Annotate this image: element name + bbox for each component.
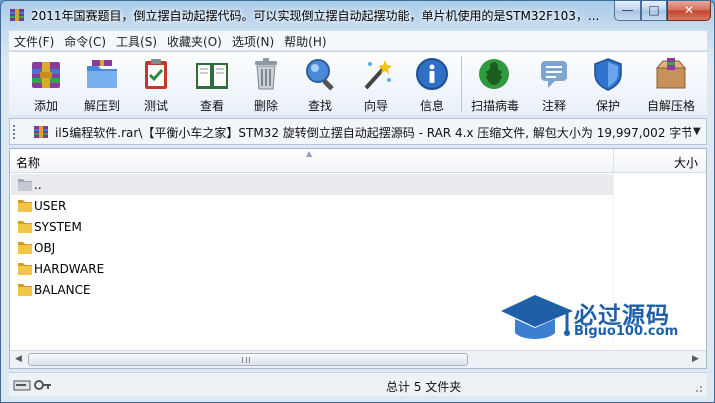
list-item-user[interactable]: USER <box>11 195 613 216</box>
comment-button[interactable]: 注释 <box>531 54 577 114</box>
file-name: HARDWARE <box>34 262 105 276</box>
status-bar: 总计 5 文件夹 <box>9 372 707 396</box>
list-item-obj[interactable]: OBJ <box>11 237 613 258</box>
watermark-logo: 必过源码 Biguo100.com <box>497 289 702 351</box>
folder-icon <box>18 263 32 275</box>
toolbar: 添加 解压到 测试 查看 删除 查找 向导 信息 扫描病毒 注释 保护 自解压格 <box>9 51 707 115</box>
drive-and-key-icon[interactable] <box>13 378 53 392</box>
extract-folder-icon <box>87 60 117 88</box>
horizontal-scrollbar[interactable]: ◀ ▶ <box>10 350 706 368</box>
menu-options[interactable]: 选项(N) <box>227 31 279 52</box>
toolbar-separator <box>461 56 462 112</box>
file-name: USER <box>34 199 67 213</box>
watermark-subtitle: Biguo100.com <box>574 324 679 339</box>
sfx-box-icon <box>655 58 687 89</box>
column-header: 名称 ▲ 大小 <box>10 149 706 173</box>
graduation-cap-icon <box>501 295 573 339</box>
wizard-button[interactable]: 向导 <box>353 54 399 114</box>
search-icon <box>306 59 334 91</box>
info-button[interactable]: 信息 <box>409 54 455 114</box>
folder-icon <box>18 200 32 212</box>
shield-icon <box>594 58 622 91</box>
sort-ascending-icon: ▲ <box>306 149 313 158</box>
title-bar[interactable]: 2011年国赛题目，倒立摆自动起摆代码。可以实现倒立摆自动起摆功能，单片机使用的… <box>1 1 714 29</box>
status-summary: 总计 5 文件夹 <box>386 380 462 394</box>
address-bar-grip <box>13 125 23 139</box>
info-icon <box>416 58 448 90</box>
menu-commands[interactable]: 命令(C) <box>59 31 111 52</box>
menu-bar: 文件(F) 命令(C) 工具(S) 收藏夹(O) 选项(N) 帮助(H) <box>9 30 707 50</box>
maximize-button[interactable]: □ <box>641 1 667 21</box>
view-button[interactable]: 查看 <box>189 54 235 114</box>
info-label: 信息 <box>419 99 444 113</box>
chevron-down-icon[interactable]: ▼ <box>693 126 701 137</box>
view-book-icon <box>196 63 228 89</box>
scrollbar-grip-icon <box>242 357 250 363</box>
delete-label: 删除 <box>253 99 278 113</box>
comment-label: 注释 <box>541 99 566 113</box>
winrar-window: 2011年国赛题目，倒立摆自动起摆代码。可以实现倒立摆自动起摆功能，单片机使用的… <box>0 0 715 403</box>
scroll-right-icon[interactable]: ▶ <box>692 354 699 364</box>
find-label: 查找 <box>307 99 332 113</box>
menu-tools[interactable]: 工具(S) <box>111 31 162 52</box>
add-button[interactable]: 添加 <box>23 54 69 114</box>
file-name: .. <box>34 178 42 192</box>
list-item-parent[interactable]: .. <box>11 174 613 195</box>
protect-label: 保护 <box>595 99 620 113</box>
add-archive-icon <box>32 62 60 88</box>
window-title: 2011年国赛题目，倒立摆自动起摆代码。可以实现倒立摆自动起摆功能，单片机使用的… <box>31 9 600 23</box>
winrar-app-icon[interactable] <box>9 7 25 23</box>
magic-wand-icon <box>364 60 392 90</box>
menu-favorites[interactable]: 收藏夹(O) <box>162 31 227 52</box>
resize-grip-icon[interactable] <box>693 383 703 393</box>
parent-folder-icon <box>18 179 32 191</box>
column-size-label: 大小 <box>673 156 698 170</box>
file-name: SYSTEM <box>34 220 82 234</box>
virus-scan-label: 扫描病毒 <box>471 99 520 113</box>
archive-icon <box>34 126 48 138</box>
file-name: OBJ <box>34 241 56 255</box>
folder-icon <box>18 242 32 254</box>
extract-to-button[interactable]: 解压到 <box>79 54 125 114</box>
file-name: BALANCE <box>34 283 91 297</box>
view-label: 查看 <box>199 99 224 113</box>
bug-icon <box>479 59 509 89</box>
scrollbar-thumb[interactable] <box>28 353 468 366</box>
list-item-hardware[interactable]: HARDWARE <box>11 258 613 279</box>
extract-to-label: 解压到 <box>83 99 120 113</box>
trash-icon <box>255 58 277 90</box>
list-item-system[interactable]: SYSTEM <box>11 216 613 237</box>
test-clipboard-icon <box>145 59 167 89</box>
wizard-label: 向导 <box>363 99 388 113</box>
comment-icon <box>541 61 567 88</box>
sfx-button[interactable]: 自解压格 <box>643 54 699 114</box>
menu-file[interactable]: 文件(F) <box>9 31 59 52</box>
scroll-left-icon[interactable]: ◀ <box>15 354 22 364</box>
address-bar[interactable]: il5编程软件.rar\【平衡小车之家】STM32 旋转倒立摆自动起摆源码 - … <box>9 118 707 145</box>
column-size-header[interactable]: 大小 <box>613 149 706 172</box>
protect-button[interactable]: 保护 <box>585 54 631 114</box>
add-label: 添加 <box>33 99 58 113</box>
archive-path: il5编程软件.rar\【平衡小车之家】STM32 旋转倒立摆自动起摆源码 - … <box>55 126 691 140</box>
menu-help[interactable]: 帮助(H) <box>279 31 331 52</box>
delete-button[interactable]: 删除 <box>243 54 289 114</box>
test-label: 测试 <box>143 99 168 113</box>
column-name-header[interactable]: 名称 <box>16 154 40 171</box>
virus-scan-button[interactable]: 扫描病毒 <box>471 54 520 114</box>
folder-icon <box>18 221 32 233</box>
close-button[interactable]: ✕ <box>667 1 711 21</box>
folder-icon <box>18 284 32 296</box>
minimize-button[interactable]: — <box>614 1 641 21</box>
find-button[interactable]: 查找 <box>297 54 343 114</box>
test-button[interactable]: 测试 <box>133 54 179 114</box>
sfx-label: 自解压格 <box>646 99 695 113</box>
